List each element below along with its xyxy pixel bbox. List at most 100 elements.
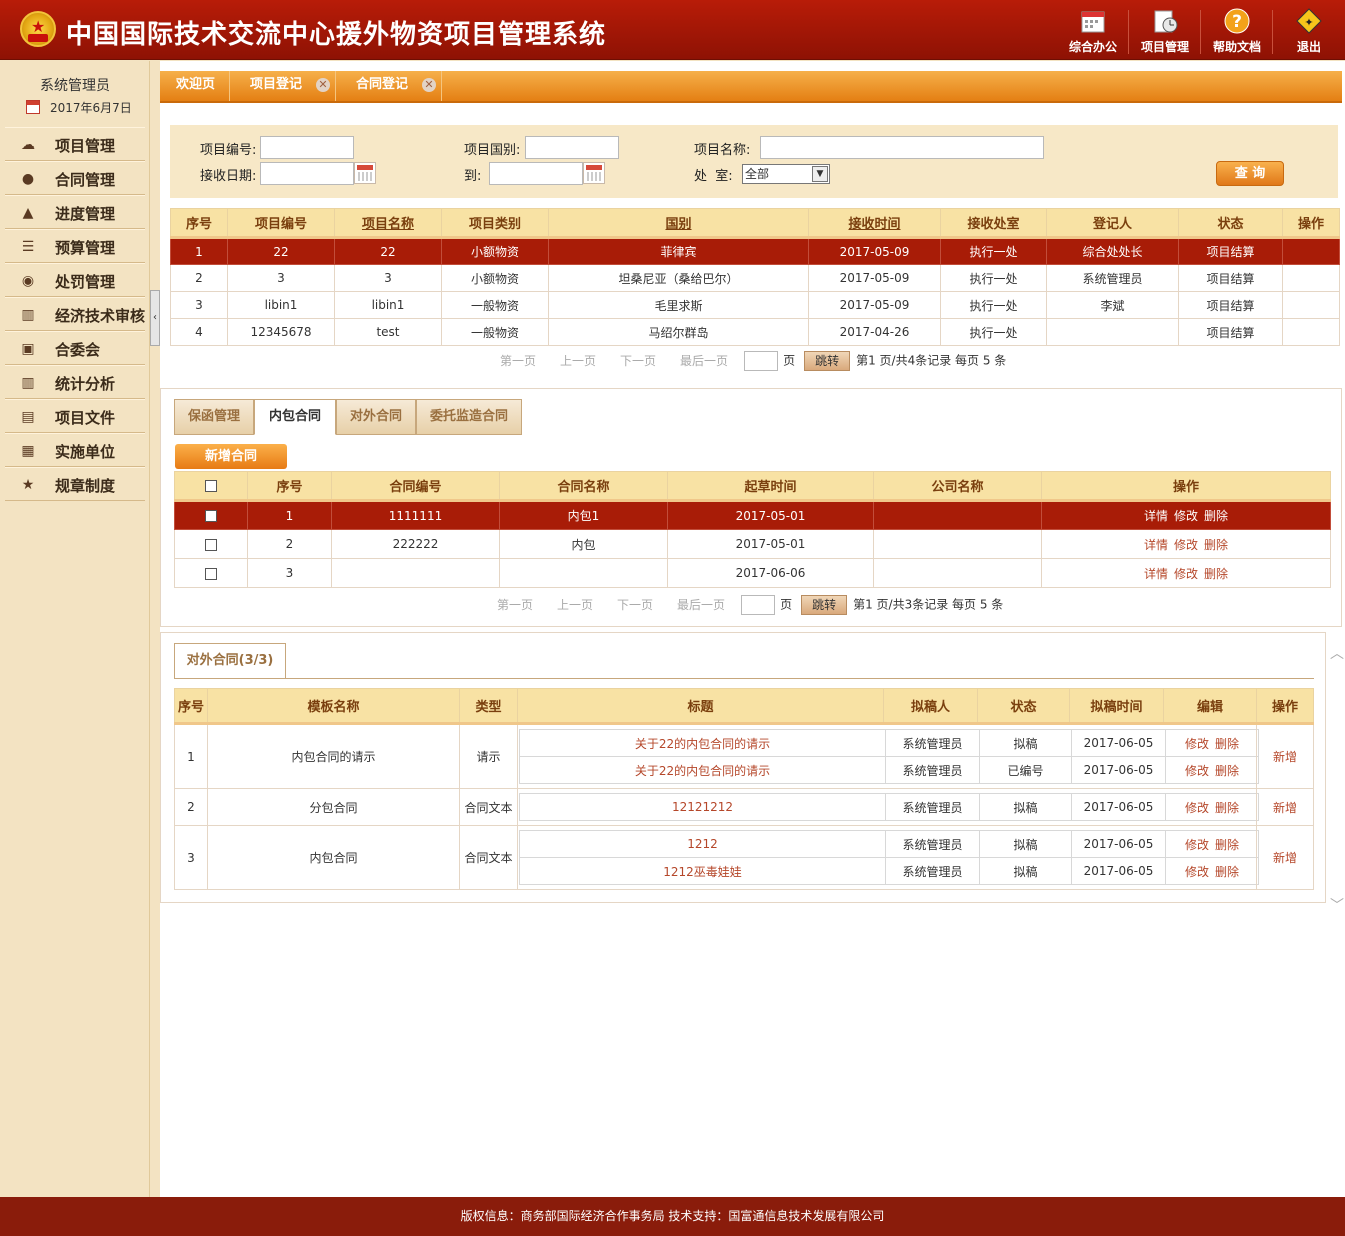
- sidebar-item-progress[interactable]: ▲ 进度管理: [5, 195, 145, 229]
- tab-internal-contract[interactable]: 内包合同: [254, 399, 336, 435]
- sidebar-item-files[interactable]: ▤ 项目文件: [5, 399, 145, 433]
- sidebar-item-penalty[interactable]: ◉ 处罚管理: [5, 263, 145, 297]
- delete-link[interactable]: 删除: [1215, 801, 1239, 815]
- delete-link[interactable]: 删除: [1215, 737, 1239, 751]
- tab-contract-register[interactable]: 合同登记 ✕: [340, 71, 442, 101]
- first-page-link[interactable]: 第一页: [497, 598, 533, 612]
- table-row[interactable]: 2 3 3 小额物资 坦桑尼亚（桑给巴尔） 2017-05-09 执行一处 系统管理员 项目结算: [170, 264, 1340, 292]
- calendar-icon[interactable]: [583, 162, 605, 184]
- dept-select[interactable]: 全部 ▼: [742, 164, 830, 184]
- actions-cell: 详情 修改 删除: [1041, 529, 1331, 559]
- document-title-link[interactable]: 12121212: [519, 793, 886, 821]
- next-page-link[interactable]: 下一页: [617, 598, 653, 612]
- table-row[interactable]: 4 12345678 test 一般物资 马绍尔群岛 2017-04-26 执行一处 项目结算: [170, 318, 1340, 346]
- delete-link[interactable]: 删除: [1204, 509, 1228, 523]
- sidebar-item-rules[interactable]: ★ 规章制度: [5, 467, 145, 501]
- sidebar-item-label: 经济技术审核: [55, 307, 146, 325]
- close-icon[interactable]: ✕: [422, 78, 436, 92]
- tab-external-contract[interactable]: 对外合同: [336, 399, 416, 435]
- sidebar-item-contract[interactable]: ● 合同管理: [5, 161, 145, 195]
- date-to-input[interactable]: [489, 162, 583, 185]
- delete-link[interactable]: 删除: [1204, 538, 1228, 552]
- topnav-help-button[interactable]: ? 帮助文档: [1203, 4, 1271, 58]
- last-page-link[interactable]: 最后一页: [677, 598, 725, 612]
- date-from-input[interactable]: [260, 162, 354, 185]
- prev-page-link[interactable]: 上一页: [557, 598, 593, 612]
- tab-guarantee[interactable]: 保函管理: [174, 399, 254, 435]
- page-number-input[interactable]: [741, 595, 776, 615]
- add-document-link[interactable]: 新增: [1273, 801, 1297, 815]
- detail-link[interactable]: 详情: [1144, 538, 1168, 552]
- prev-page-link[interactable]: 上一页: [560, 354, 596, 368]
- table-row[interactable]: 1 22 22 小额物资 菲律宾 2017-05-09 执行一处 综合处处长 项目结算: [170, 237, 1340, 265]
- topnav-project-button[interactable]: 项目管理: [1131, 4, 1199, 58]
- topnav-exit-button[interactable]: ✦ 退出: [1275, 4, 1343, 58]
- chevron-up-icon[interactable]: ︿: [1330, 643, 1344, 663]
- sidebar-item-stats[interactable]: ▥ 统计分析: [5, 365, 145, 399]
- document-title-link[interactable]: 1212: [519, 830, 886, 858]
- document-title-link[interactable]: 关于22的内包合同的请示: [519, 756, 886, 784]
- add-contract-button[interactable]: 新增合同: [175, 444, 287, 469]
- jump-button[interactable]: 跳转: [801, 595, 848, 615]
- last-page-link[interactable]: 最后一页: [680, 354, 728, 368]
- first-page-link[interactable]: 第一页: [500, 354, 536, 368]
- project-name-input[interactable]: [760, 136, 1044, 159]
- select-all-checkbox[interactable]: [205, 479, 217, 492]
- sidebar-item-project[interactable]: ☁ 项目管理: [5, 127, 145, 161]
- table-row[interactable]: 2 222222 内包 2017-05-01 详情 修改 删除: [174, 529, 1331, 559]
- delete-link[interactable]: 删除: [1215, 764, 1239, 778]
- next-page-link[interactable]: 下一页: [620, 354, 656, 368]
- close-icon[interactable]: ✕: [316, 78, 330, 92]
- sidebar-item-review[interactable]: ▥ 经济技术审核: [5, 297, 145, 331]
- sidebar-item-budget[interactable]: ☰ 预算管理: [5, 229, 145, 263]
- edit-link[interactable]: 修改: [1185, 801, 1209, 815]
- row-checkbox[interactable]: [205, 567, 217, 580]
- row-checkbox[interactable]: [205, 538, 217, 551]
- edit-link[interactable]: 修改: [1185, 838, 1209, 852]
- chevron-down-icon[interactable]: ﹀: [1330, 895, 1344, 915]
- jump-button[interactable]: 跳转: [804, 351, 851, 371]
- document-list: 12121212 系统管理员 拟稿 2017-06-05 修改 删除: [519, 793, 1259, 821]
- tab-project-register[interactable]: 项目登记 ✕: [234, 71, 336, 101]
- table-row[interactable]: 1 1111111 内包1 2017-05-01 详情 修改 删除: [174, 500, 1331, 530]
- row-checkbox[interactable]: [205, 510, 217, 522]
- col-header-sortable[interactable]: 项目名称: [334, 208, 442, 239]
- sidebar-collapse-button[interactable]: ‹: [150, 290, 160, 346]
- edit-link[interactable]: 修改: [1174, 509, 1198, 523]
- query-button[interactable]: 查 询: [1216, 161, 1284, 186]
- document-list-cell: 12121212 系统管理员 拟稿 2017-06-05 修改 删除: [517, 788, 1259, 826]
- vertical-scrollbar[interactable]: ︿ ﹀: [1328, 633, 1344, 914]
- edit-link[interactable]: 修改: [1185, 865, 1209, 879]
- table-row[interactable]: 3 libin1 libin1 一般物资 毛里求斯 2017-05-09 执行一处 李斌 项目结…: [170, 291, 1340, 319]
- col-header: 类型: [459, 688, 518, 725]
- sidebar-item-units[interactable]: ▦ 实施单位: [5, 433, 145, 467]
- tab-external-documents[interactable]: 对外合同(3/3): [174, 643, 286, 679]
- tab-welcome[interactable]: 欢迎页: [160, 71, 230, 101]
- calendar-icon[interactable]: [354, 162, 376, 184]
- sidebar-item-committee[interactable]: ▣ 合委会: [5, 331, 145, 365]
- delete-link[interactable]: 删除: [1215, 865, 1239, 879]
- tab-label: 欢迎页: [176, 77, 216, 92]
- add-document-link[interactable]: 新增: [1273, 851, 1297, 865]
- project-no-input[interactable]: [260, 136, 354, 159]
- detail-link[interactable]: 详情: [1144, 509, 1168, 523]
- delete-link[interactable]: 删除: [1215, 838, 1239, 852]
- document-title-link[interactable]: 关于22的内包合同的请示: [519, 729, 886, 757]
- project-country-input[interactable]: [525, 136, 619, 159]
- table-cell: 3: [170, 291, 228, 319]
- page-number-input[interactable]: [744, 351, 779, 371]
- edit-link[interactable]: 修改: [1174, 538, 1198, 552]
- edit-link[interactable]: 修改: [1185, 737, 1209, 751]
- document-title-link[interactable]: 1212巫毒娃娃: [519, 857, 886, 885]
- detail-link[interactable]: 详情: [1144, 567, 1168, 581]
- table-row[interactable]: 3 2017-06-06 详情 修改 删除: [174, 558, 1331, 588]
- svg-text:?: ?: [1232, 12, 1242, 32]
- edit-link[interactable]: 修改: [1174, 567, 1198, 581]
- add-document-link[interactable]: 新增: [1273, 750, 1297, 764]
- edit-link[interactable]: 修改: [1185, 764, 1209, 778]
- topnav-office-button[interactable]: 综合办公: [1059, 4, 1127, 58]
- col-header-sortable[interactable]: 接收时间: [808, 208, 941, 239]
- col-header-sortable[interactable]: 国别: [548, 208, 809, 239]
- delete-link[interactable]: 删除: [1204, 567, 1228, 581]
- tab-supervision-contract[interactable]: 委托监造合同: [416, 399, 522, 435]
